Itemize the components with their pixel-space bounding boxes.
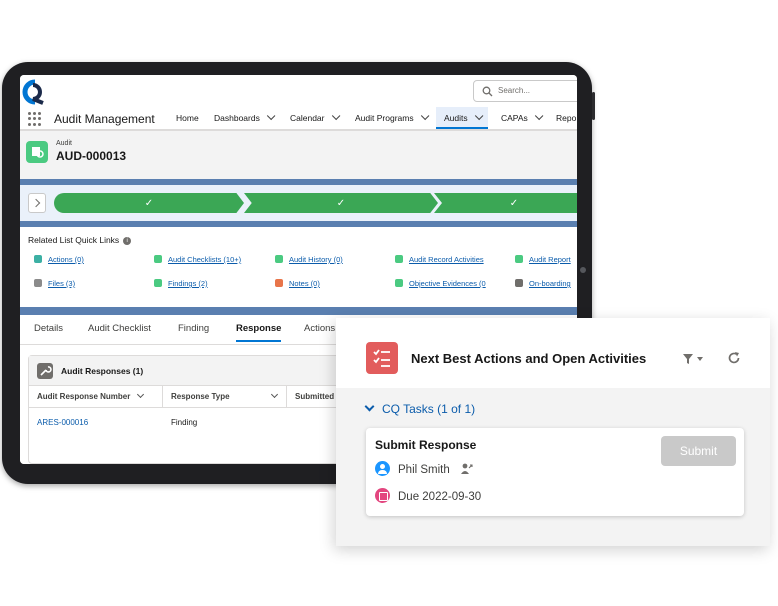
- chevron-down-icon[interactable]: [474, 111, 483, 121]
- path-component: ✓ ✓ ✓: [20, 179, 577, 227]
- check-icon: ✓: [509, 197, 519, 209]
- related-list-quick-links: Related List Quick Links i Actions (0) Au…: [20, 227, 577, 307]
- tab-finding[interactable]: Finding: [178, 323, 209, 334]
- panel-title: Next Best Actions and Open Activities: [411, 351, 647, 366]
- quick-link-audit-record-activities[interactable]: Audit Record Activities: [395, 255, 484, 264]
- activity-icon: [395, 255, 403, 263]
- quick-link-files[interactable]: Files (3): [34, 279, 75, 288]
- app-name: Audit Management: [54, 112, 155, 126]
- column-header-response-number[interactable]: Audit Response Number: [29, 386, 163, 408]
- app-launcher-icon[interactable]: [28, 112, 42, 126]
- chevron-down-icon[interactable]: [137, 390, 145, 399]
- response-type-cell: Finding: [171, 418, 198, 427]
- user-avatar-icon: [375, 461, 390, 476]
- chevron-down-icon[interactable]: [270, 390, 278, 399]
- finding-icon: [154, 279, 162, 287]
- checklist-icon: [154, 255, 162, 263]
- evidence-icon: [395, 279, 403, 287]
- tab-details[interactable]: Details: [34, 323, 63, 334]
- submit-button[interactable]: Submit: [661, 436, 736, 466]
- refresh-icon[interactable]: [727, 351, 741, 365]
- chevron-down-icon[interactable]: [331, 111, 340, 121]
- calendar-icon: [375, 488, 390, 503]
- app-nav-bar: Audit Management Home Dashboards Calenda…: [20, 107, 577, 131]
- task-due-date: Due 2022-09-30: [375, 488, 481, 503]
- task-assignee: Phil Smith: [375, 461, 473, 476]
- path-stage-2[interactable]: ✓: [244, 193, 438, 213]
- check-icon: ✓: [336, 197, 346, 209]
- report-icon: [515, 255, 523, 263]
- record-name: AUD-000013: [56, 149, 127, 163]
- check-icon: ✓: [144, 197, 154, 209]
- section-divider: [20, 307, 577, 315]
- global-search-input[interactable]: Search...: [473, 80, 577, 102]
- path-stage-3[interactable]: ✓: [434, 193, 577, 213]
- quick-link-actions[interactable]: Actions (0): [34, 255, 84, 264]
- path-previous-button[interactable]: [28, 193, 46, 213]
- chevron-down-icon[interactable]: [534, 111, 544, 121]
- note-icon: [275, 279, 283, 287]
- card-title: Audit Responses (1): [61, 366, 144, 376]
- wrench-icon: [37, 363, 53, 379]
- tablet-camera: [580, 267, 586, 273]
- nav-item-home[interactable]: Home: [176, 113, 199, 123]
- next-best-actions-panel: Next Best Actions and Open Activities CQ…: [336, 318, 770, 546]
- task-list-icon: [366, 342, 398, 374]
- onboarding-icon: [515, 279, 523, 287]
- cq-tasks-section-toggle[interactable]: CQ Tasks (1 of 1): [364, 401, 475, 416]
- quick-link-notes[interactable]: Notes (0): [275, 279, 320, 288]
- chevron-down-icon[interactable]: [364, 401, 375, 412]
- quick-link-audit-report[interactable]: Audit Report: [515, 255, 571, 264]
- tab-actions[interactable]: Actions: [304, 323, 335, 334]
- nav-item-dashboards[interactable]: Dashboards: [214, 111, 276, 123]
- column-header-response-type[interactable]: Response Type: [163, 386, 287, 408]
- path-stage-1[interactable]: ✓: [54, 193, 244, 213]
- chevron-down-icon[interactable]: [266, 111, 276, 121]
- tablet-side-button: [592, 92, 595, 120]
- history-icon: [275, 255, 283, 263]
- record-header: Audit AUD-000013: [20, 131, 577, 179]
- filter-icon[interactable]: [682, 352, 704, 366]
- quick-link-audit-checklists[interactable]: Audit Checklists (10+): [154, 255, 241, 264]
- tab-audit-checklist[interactable]: Audit Checklist: [88, 323, 151, 334]
- assignee-name[interactable]: Phil Smith: [398, 464, 450, 476]
- task-title: Submit Response: [375, 438, 477, 452]
- info-icon[interactable]: i: [123, 236, 132, 245]
- nav-item-capas[interactable]: CAPAs: [501, 111, 544, 123]
- audit-object-icon: [26, 141, 48, 163]
- file-icon: [34, 279, 42, 287]
- nav-item-audit-programs[interactable]: Audit Programs: [355, 111, 429, 123]
- nav-item-calendar[interactable]: Calendar: [290, 111, 340, 123]
- panel-header: Next Best Actions and Open Activities: [336, 318, 770, 388]
- quick-link-objective-evidences[interactable]: Objective Evidences (0: [395, 279, 486, 288]
- reassign-icon[interactable]: [460, 463, 473, 475]
- quick-link-findings[interactable]: Findings (2): [154, 279, 208, 288]
- chevron-down-icon[interactable]: [420, 111, 429, 121]
- search-icon: [482, 86, 493, 97]
- nav-item-reports[interactable]: Repo: [556, 113, 576, 123]
- quick-link-on-boarding[interactable]: On-boarding: [515, 279, 571, 288]
- cq-logo-icon: [22, 79, 44, 105]
- task-card: Submit Response Submit Phil Smith Due 20…: [366, 428, 744, 516]
- actions-icon: [34, 255, 42, 263]
- tab-response[interactable]: Response: [236, 323, 282, 342]
- response-number-link[interactable]: ARES-000016: [37, 418, 88, 427]
- quick-link-audit-history[interactable]: Audit History (0): [275, 255, 343, 264]
- record-object-label: Audit: [56, 140, 72, 147]
- quick-links-heading: Related List Quick Links i: [28, 235, 132, 245]
- global-header: Search...: [20, 75, 577, 107]
- marketing-composite: Search... Audit Management Home Dashboar…: [0, 0, 778, 606]
- search-placeholder: Search...: [498, 86, 531, 95]
- nav-item-audits[interactable]: Audits: [436, 107, 488, 129]
